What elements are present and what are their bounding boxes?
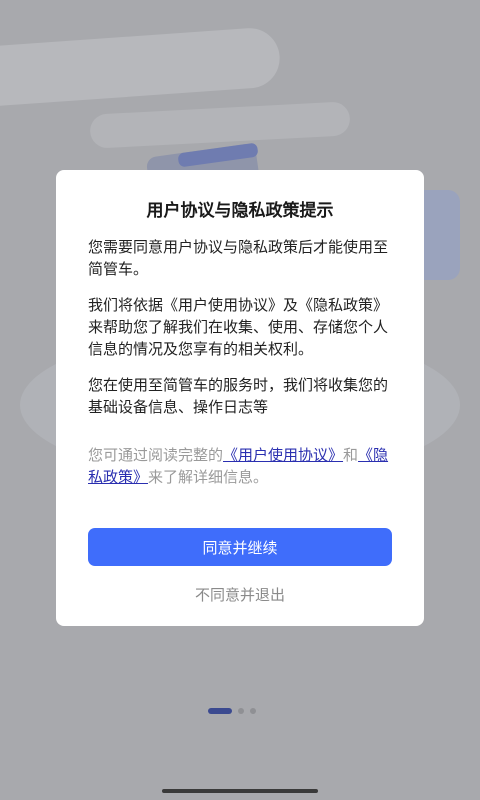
notice-suffix: 来了解详细信息。 (148, 468, 269, 486)
user-agreement-link[interactable]: 《用户使用协议》 (223, 446, 343, 464)
dialog-body-scroll[interactable]: 您需要同意用户协议与隐私政策后才能使用至简管车。 我们将依据《用户使用协议》及《… (88, 236, 394, 422)
privacy-dialog: 用户协议与隐私政策提示 您需要同意用户协议与隐私政策后才能使用至简管车。 我们将… (56, 170, 424, 626)
dialog-title: 用户协议与隐私政策提示 (146, 201, 334, 221)
app-screen: 用户协议与隐私政策提示 您需要同意用户协议与隐私政策后才能使用至简管车。 我们将… (0, 0, 480, 800)
agree-continue-button[interactable]: 同意并继续 (88, 528, 392, 566)
notice-prefix: 您可通过阅读完整的 (88, 446, 224, 464)
dialog-paragraph: 我们将依据《用户使用协议》及《隐私政策》来帮助您了解我们在收集、使用、存储您个人… (88, 296, 389, 358)
dialog-paragraph: 您需要同意用户协议与隐私政策后才能使用至简管车。 (88, 238, 389, 278)
dialog-notice: 您可通过阅读完整的《用户使用协议》和《隐私政策》来了解详细信息。 (88, 444, 394, 488)
background-swoosh (0, 26, 282, 110)
disagree-exit-button[interactable]: 不同意并退出 (88, 580, 392, 610)
background-swoosh (89, 101, 351, 149)
notice-and: 和 (343, 446, 359, 464)
page-dot (238, 708, 244, 714)
home-indicator[interactable] (162, 789, 318, 793)
page-dot-active (208, 708, 232, 714)
dialog-paragraph: 您在使用至简管车的服务时，我们将收集您的基础设备信息、操作日志等 (88, 376, 389, 416)
page-dot (250, 708, 256, 714)
page-indicator (208, 708, 256, 714)
